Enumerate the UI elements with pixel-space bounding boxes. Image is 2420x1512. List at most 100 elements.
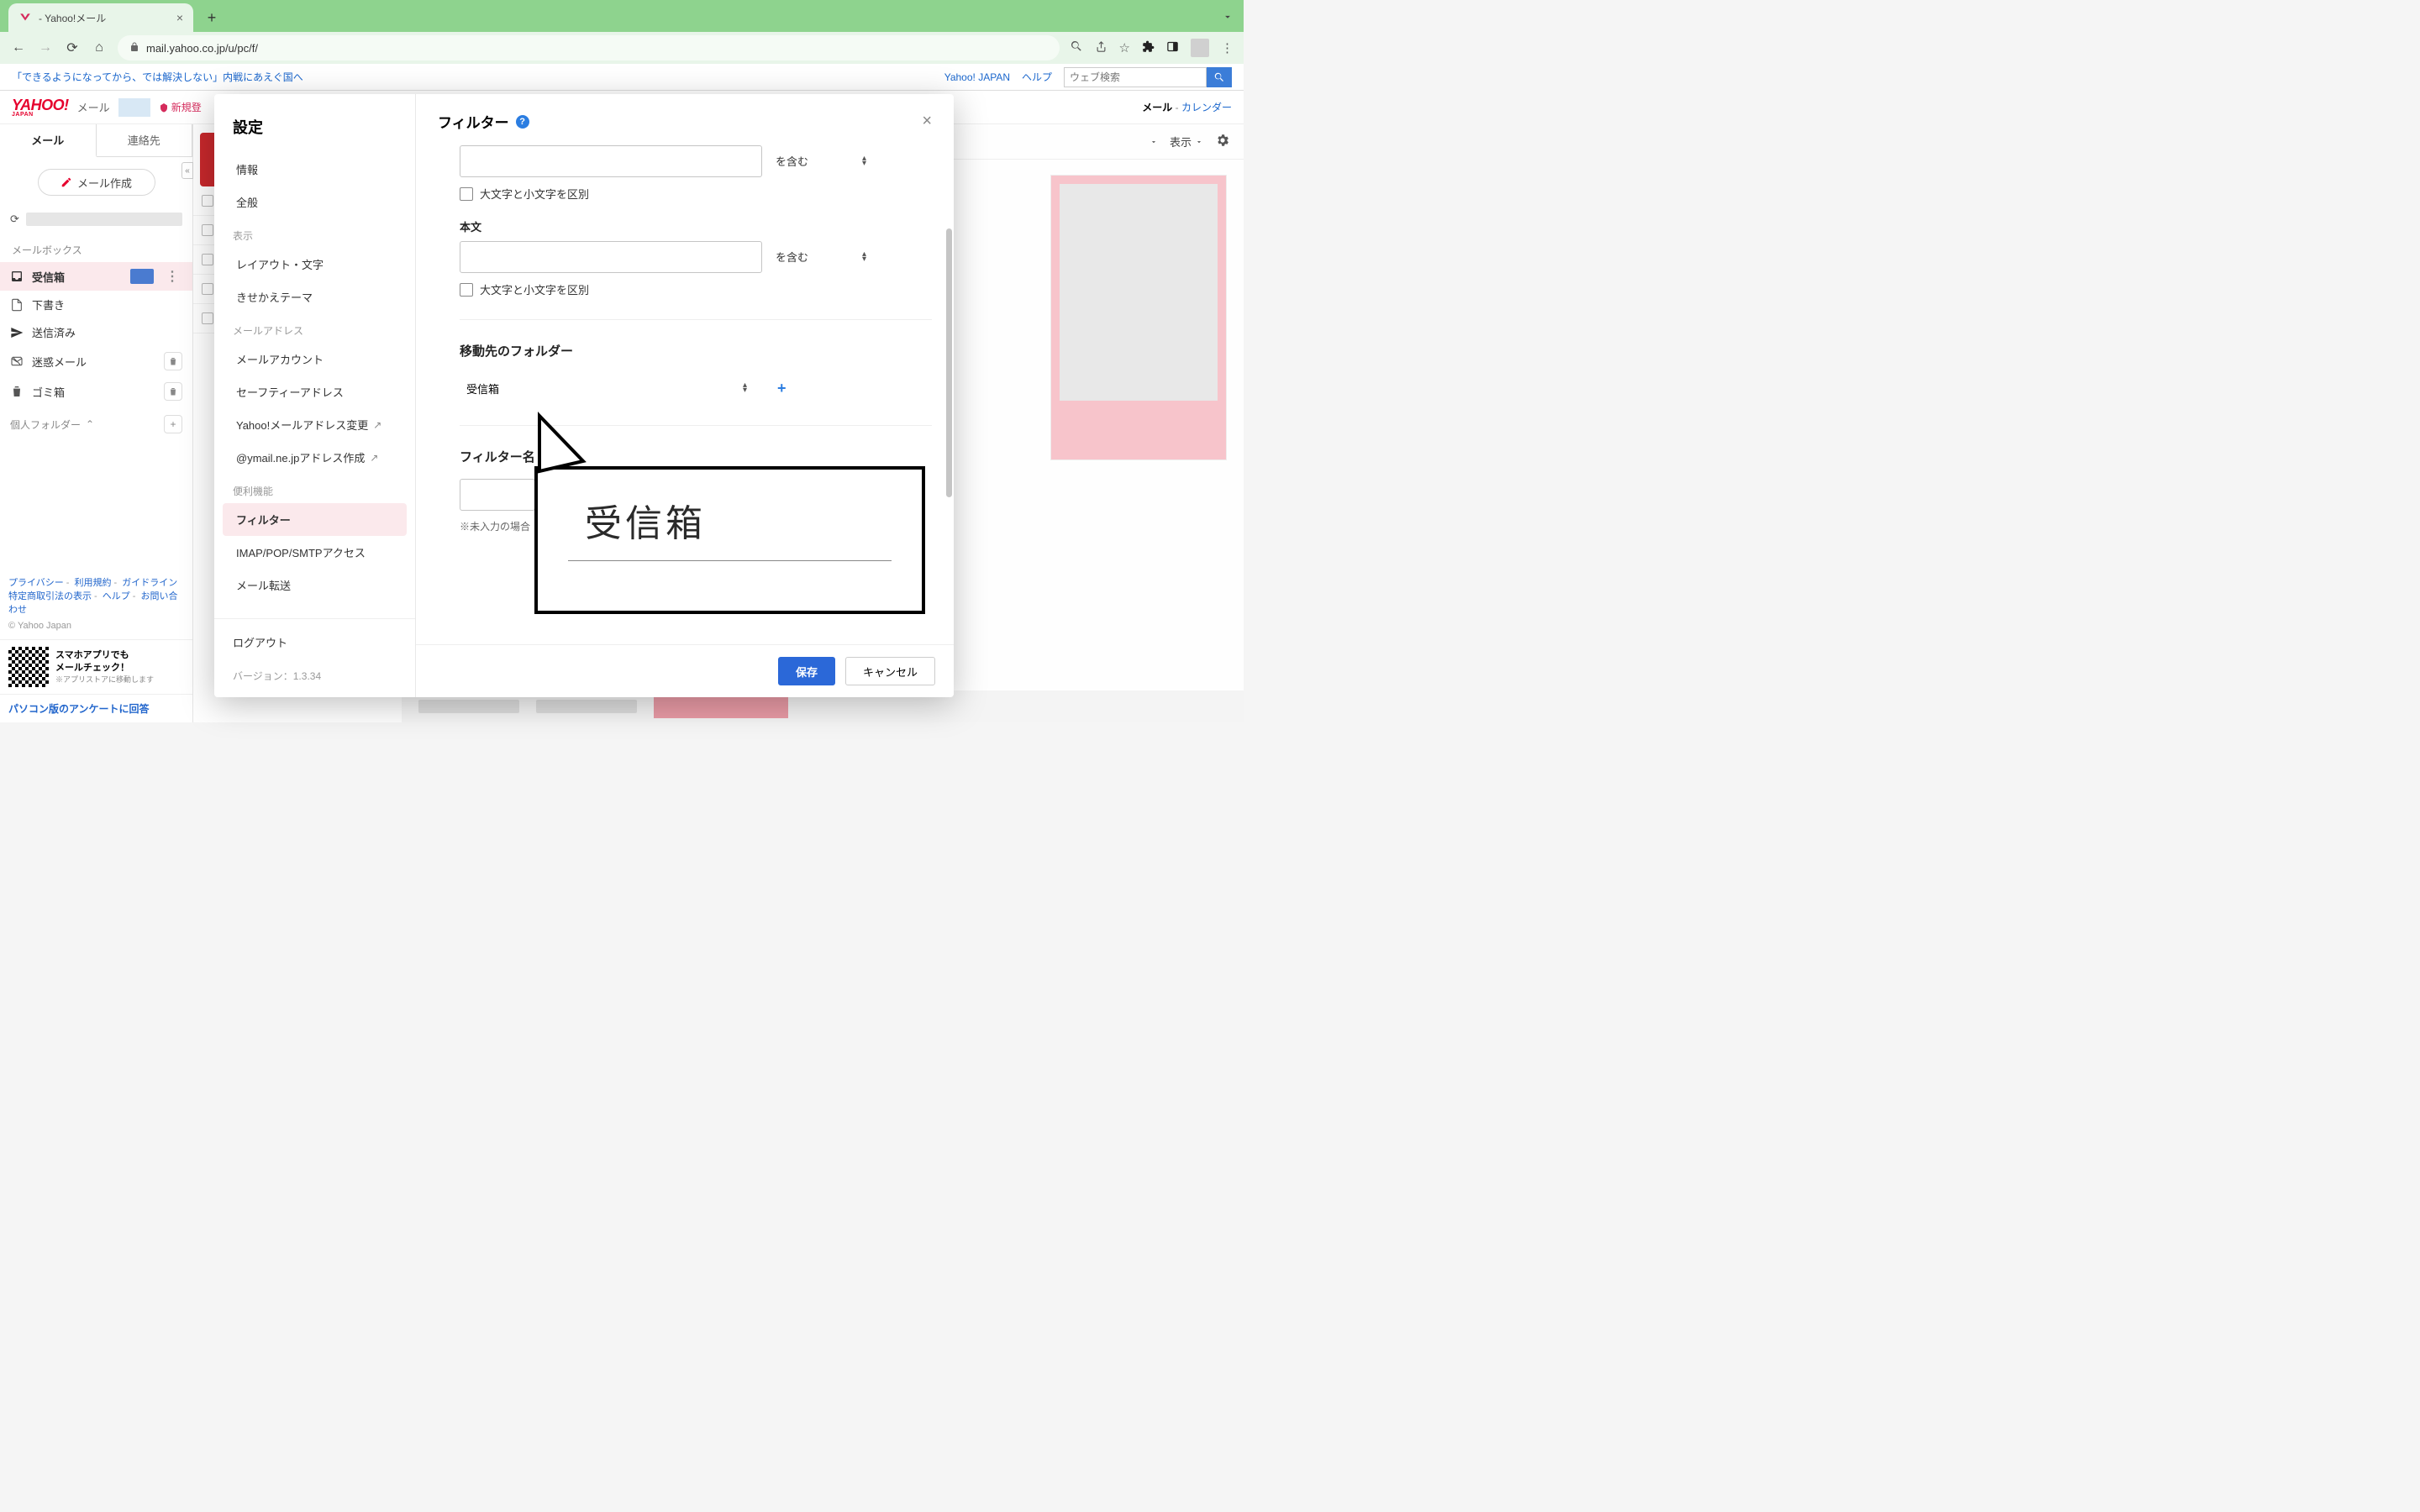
settings-nav-general[interactable]: 全般	[214, 186, 415, 218]
settings-nav-layout[interactable]: レイアウト・文字	[214, 248, 415, 281]
forward-button[interactable]: →	[37, 40, 54, 55]
close-icon[interactable]: ×	[922, 112, 932, 131]
folder-trash[interactable]: ゴミ箱	[0, 376, 192, 407]
home-button[interactable]: ⌂	[91, 40, 108, 55]
sidebar-ad[interactable]	[1050, 175, 1227, 460]
select-caret-icon: ▴▾	[743, 383, 747, 393]
checkbox[interactable]	[202, 224, 213, 236]
url-text: mail.yahoo.co.jp/u/pc/f/	[146, 42, 258, 55]
checkbox[interactable]	[202, 254, 213, 265]
folder-inbox[interactable]: 受信箱 ⋮	[0, 262, 192, 291]
survey-link[interactable]: パソコン版のアンケートに回答	[0, 694, 192, 722]
commerce-link[interactable]: 特定商取引法の表示	[8, 591, 92, 601]
settings-nav-info[interactable]: 情報	[214, 153, 415, 186]
save-button[interactable]: 保存	[778, 657, 835, 685]
yahoo-japan-link[interactable]: Yahoo! JAPAN	[944, 71, 1010, 83]
folder-drafts[interactable]: 下書き	[0, 291, 192, 318]
news-headline-link[interactable]: 「できるようになってから、では解決しない」内戦にあえぐ国へ	[12, 70, 303, 84]
footer-help-link[interactable]: ヘルプ	[103, 591, 130, 601]
personal-folders-header[interactable]: 個人フォルダー ⌃ +	[0, 407, 192, 442]
mail-product-label: メール	[77, 99, 110, 115]
case-sensitive-checkbox-1[interactable]: 大文字と小文字を区別	[460, 186, 932, 202]
refresh-icon[interactable]: ⟳	[10, 213, 19, 226]
body-condition-input[interactable]	[460, 241, 762, 273]
condition-input-1[interactable]	[460, 145, 762, 177]
header-mail-link[interactable]: メール	[1142, 102, 1172, 113]
tab-close-icon[interactable]: ×	[176, 11, 183, 24]
logout-link[interactable]: ログアウト	[214, 619, 415, 665]
empty-trash-button[interactable]	[164, 382, 182, 401]
checkbox[interactable]	[460, 283, 473, 297]
settings-nav-ymail-create[interactable]: @ymail.ne.jpアドレス作成 ↗	[214, 441, 415, 474]
settings-nav-filter[interactable]: フィルター	[223, 503, 407, 536]
header-right-links: メール - カレンダー	[1142, 100, 1232, 114]
new-tab-button[interactable]: +	[200, 6, 224, 29]
settings-nav-safety[interactable]: セーフティーアドレス	[214, 375, 415, 408]
settings-title: 設定	[214, 109, 415, 153]
settings-nav-theme[interactable]: きせかえテーマ	[214, 281, 415, 313]
checkbox[interactable]	[460, 187, 473, 201]
guidelines-link[interactable]: ガイドライン	[122, 578, 177, 588]
display-dropdown[interactable]: 表示	[1170, 134, 1203, 150]
empty-spam-button[interactable]	[164, 352, 182, 370]
settings-group-convenience: 便利機能	[214, 474, 415, 503]
address-bar[interactable]: mail.yahoo.co.jp/u/pc/f/	[118, 35, 1060, 60]
paypay-register-link[interactable]: 新規登	[159, 100, 202, 114]
condition-operator-1[interactable]: を含む ▴▾	[771, 148, 871, 175]
share-icon[interactable]	[1095, 40, 1107, 56]
terms-link[interactable]: 利用規約	[75, 578, 112, 588]
scrollbar-thumb[interactable]	[946, 228, 952, 497]
modal-sidebar: 設定 情報 全般 表示 レイアウト・文字 きせかえテーマ メールアドレス メール…	[214, 94, 416, 697]
web-search-input[interactable]	[1064, 67, 1207, 87]
gear-icon[interactable]	[1215, 133, 1230, 150]
privacy-link[interactable]: プライバシー	[8, 578, 64, 588]
profile-avatar[interactable]	[1191, 39, 1209, 57]
back-button[interactable]: ←	[10, 40, 27, 55]
account-row[interactable]: ⟳	[0, 207, 192, 231]
settings-nav-forward[interactable]: メール転送	[214, 569, 415, 601]
sidebar-footer: プライバシー- 利用規約- ガイドライン 特定商取引法の表示- ヘルプ- お問い…	[0, 567, 192, 639]
bookmark-icon[interactable]: ☆	[1119, 40, 1130, 55]
case-sensitive-checkbox-2[interactable]: 大文字と小文字を区別	[460, 281, 932, 297]
toolbar-dropdown-1[interactable]	[1150, 138, 1158, 146]
extensions-icon[interactable]	[1142, 40, 1155, 56]
sidebar-collapse-handle[interactable]: «	[182, 162, 193, 179]
body-condition-operator[interactable]: を含む ▴▾	[771, 244, 871, 270]
select-caret-icon: ▴▾	[862, 156, 866, 166]
compose-button[interactable]: メール作成	[38, 169, 155, 196]
panel-icon[interactable]	[1166, 40, 1179, 56]
user-badge[interactable]	[118, 98, 150, 117]
inbox-icon	[10, 270, 24, 283]
folder-more-icon[interactable]: ⋮	[162, 268, 182, 285]
reload-button[interactable]: ⟳	[64, 39, 81, 56]
folder-sent[interactable]: 送信済み	[0, 318, 192, 346]
browser-tab[interactable]: - Yahoo!メール ×	[8, 3, 193, 32]
tab-contacts[interactable]: 連絡先	[97, 124, 193, 156]
filter-name-input[interactable]	[460, 479, 535, 511]
web-search-button[interactable]	[1207, 67, 1232, 87]
help-icon[interactable]: ?	[516, 115, 529, 129]
spam-icon	[10, 354, 24, 368]
yahoo-logo[interactable]: YAHOO! JAPAN	[12, 97, 69, 118]
checkbox[interactable]	[202, 283, 213, 295]
settings-group-mailaddr: メールアドレス	[214, 313, 415, 343]
cancel-button[interactable]: キャンセル	[845, 657, 935, 685]
app-promo[interactable]: スマホアプリでも メールチェック！ ※アプリストアに移動します	[0, 639, 192, 694]
dest-folder-select[interactable]: 受信箱 ▴▾	[460, 373, 754, 403]
tab-overflow-icon[interactable]	[1222, 11, 1234, 27]
help-link[interactable]: ヘルプ	[1022, 70, 1052, 84]
header-calendar-link[interactable]: カレンダー	[1181, 102, 1232, 113]
yahoo-global-bar: 「できるようになってから、では解決しない」内戦にあえぐ国へ Yahoo! JAP…	[0, 64, 1244, 91]
settings-nav-account[interactable]: メールアカウント	[214, 343, 415, 375]
checkbox[interactable]	[202, 312, 213, 324]
folder-spam[interactable]: 迷惑メール	[0, 346, 192, 376]
add-folder-button[interactable]: +	[164, 415, 182, 433]
settings-nav-imap[interactable]: IMAP/POP/SMTPアクセス	[214, 536, 415, 569]
search-in-page-icon[interactable]	[1070, 39, 1083, 56]
settings-nav-addr-change[interactable]: Yahoo!メールアドレス変更 ↗	[214, 408, 415, 441]
left-sidebar: メール 連絡先 メール作成 « ⟳ メールボックス 受信箱 ⋮ 下書き 送信	[0, 124, 193, 722]
browser-menu-icon[interactable]: ⋮	[1221, 40, 1234, 55]
checkbox[interactable]	[202, 195, 213, 207]
add-folder-icon[interactable]: +	[777, 380, 786, 397]
tab-mail[interactable]: メール	[0, 124, 97, 157]
